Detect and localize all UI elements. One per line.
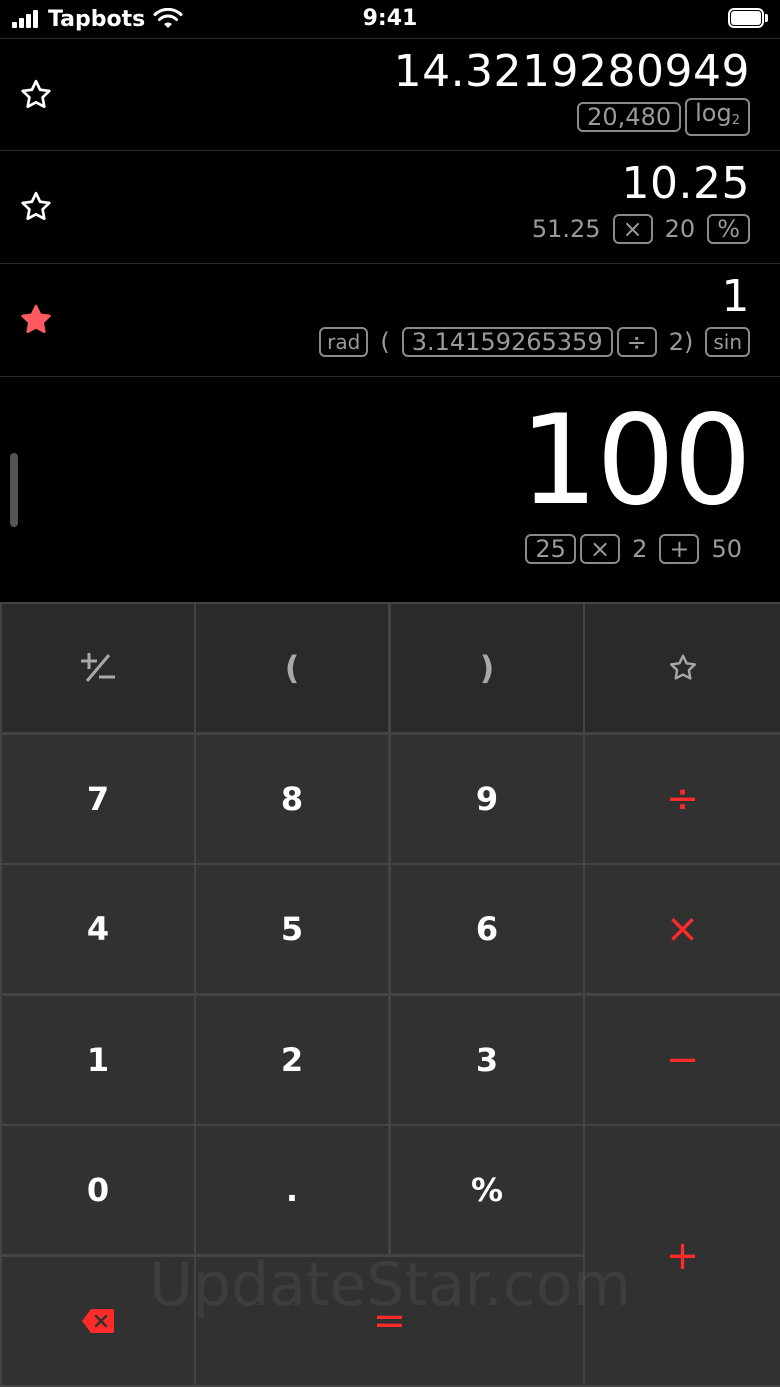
- favorite-button[interactable]: [585, 604, 780, 732]
- plus-minus-icon: [81, 653, 115, 682]
- battery-icon: [728, 8, 770, 30]
- expression-token-subscript: 2: [731, 113, 740, 128]
- expression-token: +: [659, 534, 700, 564]
- expression-token: %: [707, 214, 750, 244]
- star-filled-icon[interactable]: [18, 302, 54, 338]
- expression-token: 51.25: [531, 215, 601, 243]
- minus-button[interactable]: −: [585, 996, 780, 1124]
- current-expression: 25 × 2 +50: [523, 533, 752, 565]
- close-paren-button[interactable]: ): [391, 604, 583, 732]
- digit-9-button[interactable]: 9: [391, 735, 583, 863]
- backspace-icon: [82, 1309, 114, 1333]
- star-outline-icon[interactable]: [18, 77, 54, 113]
- digit-4-button[interactable]: 4: [2, 865, 194, 993]
- star-outline-icon[interactable]: [18, 189, 54, 225]
- history-expression: rad (3.14159265359 ÷ 2) sin: [317, 326, 752, 358]
- digit-8-button[interactable]: 8: [196, 735, 388, 863]
- history-row[interactable]: 14.3219280949 20,480 log2: [0, 38, 780, 150]
- divide-button[interactable]: ÷: [585, 735, 780, 863]
- history-row[interactable]: 10.25 51.25 × 20%: [0, 150, 780, 262]
- current-result: 100: [519, 389, 752, 533]
- expression-token: (: [380, 328, 390, 356]
- history-result: 10.25: [621, 158, 750, 209]
- expression-token: 3.14159265359: [401, 327, 613, 357]
- expression-token: 20: [664, 215, 696, 243]
- expression-token: 2): [668, 328, 694, 356]
- status-bar: Tapbots 9:41: [0, 0, 780, 38]
- history-expression: 20,480 log2: [575, 98, 752, 136]
- status-time: 9:41: [362, 6, 418, 31]
- expression-token: ×: [579, 534, 621, 564]
- multiply-button[interactable]: ×: [585, 865, 780, 993]
- history-result: 14.3219280949: [393, 46, 750, 97]
- digit-2-button[interactable]: 2: [196, 996, 388, 1124]
- decimal-button[interactable]: .: [196, 1126, 388, 1254]
- expression-token: 50: [711, 535, 742, 563]
- equals-button[interactable]: =: [196, 1257, 583, 1385]
- expression-token: log2: [685, 98, 750, 136]
- expression-token: ÷: [616, 327, 657, 357]
- digit-3-button[interactable]: 3: [391, 996, 583, 1124]
- history-result: 1: [721, 271, 750, 322]
- expression-token: 25: [525, 534, 576, 564]
- digit-1-button[interactable]: 1: [2, 996, 194, 1124]
- plus-button[interactable]: +: [585, 1126, 780, 1385]
- star-outline-icon: [669, 654, 696, 680]
- expression-token: 20,480: [577, 102, 682, 132]
- digit-7-button[interactable]: 7: [2, 735, 194, 863]
- keypad: ( ) 7 8 9 ÷ 4 5 6 × 1 2 3 − 0 . % + =: [0, 602, 780, 1387]
- backspace-button[interactable]: [2, 1257, 194, 1385]
- drawer-handle[interactable]: [10, 453, 18, 527]
- digit-0-button[interactable]: 0: [2, 1126, 194, 1254]
- digit-5-button[interactable]: 5: [196, 865, 388, 993]
- digit-6-button[interactable]: 6: [391, 865, 583, 993]
- expression-token: ×: [612, 214, 653, 244]
- current-calculation: 100 25 × 2 +50: [0, 376, 780, 602]
- plus-minus-button[interactable]: [2, 604, 194, 732]
- expression-token: rad: [319, 327, 369, 357]
- expression-token: 2: [632, 535, 648, 563]
- expression-token: sin: [705, 327, 750, 357]
- percent-button[interactable]: %: [391, 1126, 583, 1254]
- open-paren-button[interactable]: (: [196, 604, 388, 732]
- history-expression: 51.25 × 20%: [522, 213, 752, 245]
- history-row[interactable]: 1 rad (3.14159265359 ÷ 2) sin: [0, 263, 780, 375]
